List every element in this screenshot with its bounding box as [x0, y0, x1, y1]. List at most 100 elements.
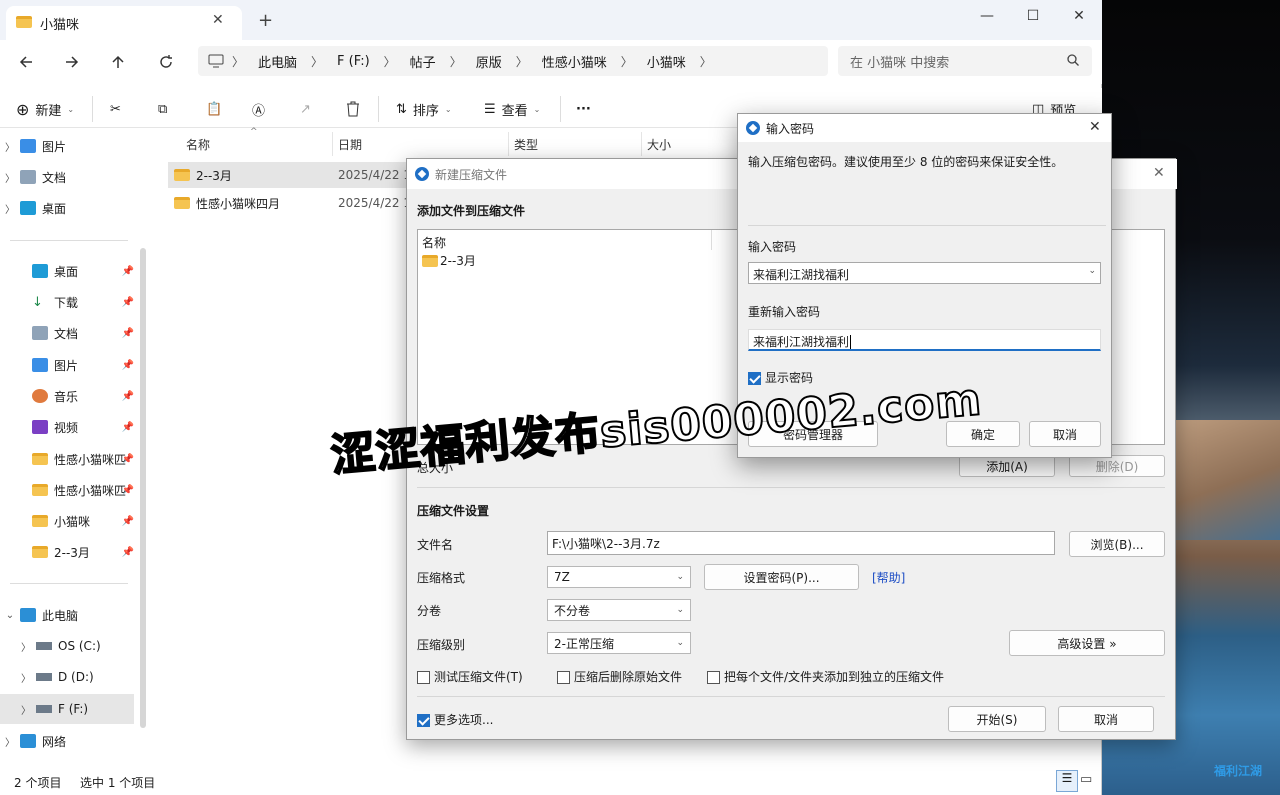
more-options-checkbox[interactable]: 更多选项... — [417, 711, 493, 728]
nav-item-drive-c[interactable]: 〉 OS (C:) — [0, 632, 140, 660]
nav-scrollbar[interactable] — [140, 248, 146, 728]
pictures-icon — [32, 358, 48, 372]
list-item[interactable]: 2--3月 — [420, 252, 476, 269]
pin-icon: 📌 — [121, 484, 134, 496]
nav-item-documents[interactable]: 〉文档 — [0, 163, 140, 191]
start-button[interactable]: 开始(S) — [948, 706, 1046, 732]
up-icon[interactable] — [100, 48, 136, 76]
password-input[interactable]: 来福利江湖找福利 ⌄ — [748, 262, 1101, 284]
quick-pictures[interactable]: 图片 📌 — [0, 351, 140, 379]
breadcrumb-item[interactable]: 小猫咪 — [641, 52, 692, 71]
quick-folder[interactable]: 小猫咪 📌 — [0, 507, 140, 535]
quick-documents[interactable]: 文档 📌 — [0, 319, 140, 347]
minimize-icon[interactable]: — — [964, 0, 1010, 32]
tab-current[interactable]: 小猫咪 ✕ — [6, 6, 242, 40]
new-button[interactable]: ⊕ 新建 ⌄ — [16, 96, 74, 122]
remove-button[interactable]: 删除(D) — [1069, 455, 1165, 477]
column-header-date[interactable]: 日期 — [338, 136, 362, 153]
breadcrumb-item[interactable]: 此电脑 — [252, 52, 303, 71]
close-dialog-icon[interactable]: ✕ — [1153, 165, 1165, 181]
back-icon[interactable] — [8, 48, 44, 76]
cancel-button[interactable]: 取消 — [1029, 421, 1101, 447]
share-icon[interactable]: ↗ — [300, 96, 311, 122]
delete-after-checkbox[interactable]: 压缩后删除原始文件 — [557, 668, 682, 685]
rename-icon[interactable]: Ⓐ — [252, 96, 265, 122]
set-password-button[interactable]: 设置密码(P)... — [704, 564, 859, 590]
column-header-type[interactable]: 类型 — [514, 136, 538, 153]
paste-icon[interactable]: 📋 — [206, 96, 222, 122]
pin-icon: 📌 — [121, 515, 134, 527]
address-bar[interactable]: 〉 此电脑〉 F (F:) 〉 帖子〉 原版〉 性感小猫咪〉 小猫咪〉 — [198, 46, 828, 76]
sort-indicator-icon: ^ — [250, 127, 258, 137]
enter-password-label: 输入密码 — [748, 240, 797, 254]
nav-item-this-pc[interactable]: ⌄ 此电脑 — [0, 601, 140, 629]
download-icon: ↓ — [32, 295, 43, 310]
nav-item-drive-d[interactable]: 〉 D (D:) — [0, 663, 140, 691]
quick-folder[interactable]: 性感小猫咪匹 📌 — [0, 476, 140, 504]
search-placeholder: 在 小猫咪 中搜索 — [850, 56, 950, 71]
folder-icon — [16, 16, 32, 28]
reenter-password-input[interactable]: 来福利江湖找福利 — [748, 329, 1101, 351]
format-select[interactable]: 7Z ⌄ — [547, 566, 691, 588]
column-header-name[interactable]: 名称 — [186, 136, 210, 153]
drive-icon — [36, 673, 52, 681]
quick-folder[interactable]: 2--3月 📌 — [0, 538, 140, 566]
volume-select[interactable]: 不分卷 ⌄ — [547, 599, 691, 621]
nav-item-network[interactable]: 〉网络 — [0, 727, 140, 755]
delete-icon[interactable] — [346, 96, 360, 122]
search-icon — [1066, 53, 1080, 67]
quick-desktop[interactable]: 桌面 📌 — [0, 257, 140, 285]
cancel-button[interactable]: 取消 — [1058, 706, 1154, 732]
app-icon — [415, 167, 429, 181]
breadcrumb-item[interactable]: 帖子 — [404, 52, 442, 71]
nav-item-pictures[interactable]: 〉图片 — [0, 132, 140, 160]
search-input[interactable]: 在 小猫咪 中搜索 — [838, 46, 1092, 76]
nav-item-drive-f[interactable]: 〉 F (F:) — [0, 694, 134, 724]
nav-item-desktop[interactable]: 〉桌面 — [0, 194, 140, 222]
close-dialog-icon[interactable]: ✕ — [1089, 119, 1101, 135]
drive-icon — [36, 642, 52, 650]
browse-button[interactable]: 浏览(B)... — [1069, 531, 1165, 557]
advanced-settings-button[interactable]: 高级设置 » — [1009, 630, 1165, 656]
document-icon — [20, 170, 36, 184]
forward-icon[interactable] — [54, 48, 90, 76]
cut-icon[interactable]: ✂ — [110, 96, 121, 122]
breadcrumb-item[interactable]: 性感小猫咪 — [536, 52, 613, 71]
separate-archives-checkbox[interactable]: 把每个文件/文件夹添加到独立的压缩文件 — [707, 668, 944, 685]
status-item-count: 2 个项目 — [14, 776, 62, 790]
view-button[interactable]: ☰ 查看 ⌄ — [484, 96, 540, 122]
chevron-down-icon: ⌄ — [676, 572, 684, 582]
breadcrumb-item[interactable]: 原版 — [470, 52, 508, 71]
plus-icon: ⊕ — [16, 99, 30, 119]
pin-icon: 📌 — [121, 265, 134, 277]
sort-button[interactable]: ⇅ 排序 ⌄ — [396, 96, 452, 122]
quick-downloads[interactable]: ↓ 下载 📌 — [0, 288, 140, 316]
folder-icon — [32, 453, 48, 465]
add-button[interactable]: 添加(A) — [959, 455, 1055, 477]
drive-icon — [36, 705, 52, 713]
tab-title: 小猫咪 — [40, 18, 80, 33]
close-tab-icon[interactable]: ✕ — [212, 12, 224, 28]
refresh-icon[interactable] — [148, 48, 184, 76]
level-select[interactable]: 2-正常压缩 ⌄ — [547, 632, 691, 654]
tiles-view-icon[interactable]: ▭ — [1080, 772, 1092, 787]
copy-icon[interactable]: ⧉ — [158, 96, 167, 122]
column-header-size[interactable]: 大小 — [647, 136, 671, 153]
help-link[interactable]: [帮助] — [872, 569, 905, 586]
test-archive-checkbox[interactable]: 测试压缩文件(T) — [417, 668, 523, 685]
quick-videos[interactable]: 视频 📌 — [0, 413, 140, 441]
desktop-logo: 福利江湖 — [1214, 764, 1263, 778]
desktop-icon — [32, 264, 48, 278]
more-button[interactable]: ··· — [576, 96, 591, 122]
document-icon — [32, 326, 48, 340]
maximize-icon[interactable]: ☐ — [1010, 0, 1056, 32]
filename-input[interactable]: F:\小猫咪\2--3月.7z — [547, 531, 1055, 555]
new-tab-icon[interactable]: + — [258, 10, 273, 31]
folder-icon — [32, 515, 48, 527]
quick-music[interactable]: 音乐 📌 — [0, 382, 140, 410]
folder-icon — [174, 169, 190, 181]
details-view-icon[interactable]: ☰ — [1056, 770, 1078, 792]
breadcrumb-item[interactable]: F (F:) — [331, 54, 376, 69]
quick-folder[interactable]: 性感小猫咪匹 📌 — [0, 445, 140, 473]
close-window-icon[interactable]: ✕ — [1056, 0, 1102, 32]
